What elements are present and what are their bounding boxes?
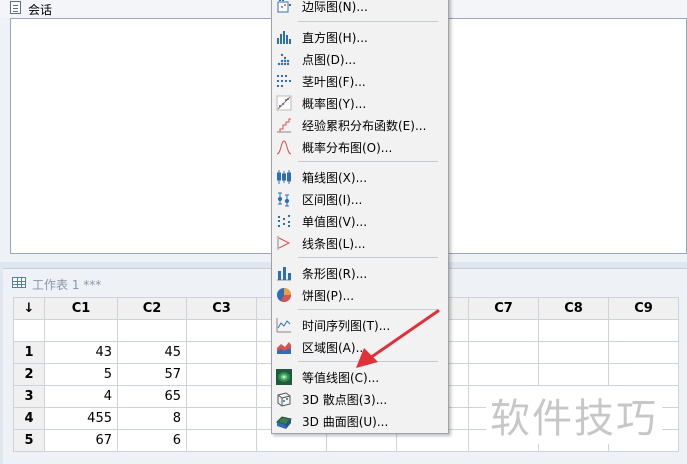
dotplot-icon (277, 53, 290, 66)
menu-separator (298, 161, 438, 162)
area-graph-icon (277, 342, 291, 354)
marginal-plot-icon (277, 0, 291, 13)
time-series-icon (276, 318, 291, 333)
column-name-cell[interactable] (117, 319, 187, 342)
data-direction-arrow[interactable]: ↓ (13, 297, 45, 320)
watermark: 软件技巧 (486, 386, 662, 444)
menu-item-3d-scatter[interactable]: 3D 散点图(3)... (272, 388, 448, 410)
cell[interactable] (468, 363, 539, 386)
cell[interactable]: 455 (44, 407, 118, 430)
cell[interactable]: 67 (44, 429, 118, 452)
row-header[interactable]: 5 (13, 429, 45, 452)
menu-item-distribution-plot[interactable]: 概率分布图(O)... (272, 136, 448, 158)
cell[interactable]: 4 (44, 385, 118, 408)
row-header[interactable]: 2 (13, 363, 45, 386)
menu-item-label: 经验累积分布函数(E)... (302, 119, 427, 133)
menu-item-individual-value-plot[interactable]: 单值图(V)... (272, 210, 448, 232)
individual-value-plot-icon (278, 215, 290, 227)
cell[interactable] (186, 341, 257, 364)
pie-chart-icon (277, 288, 291, 302)
menu-item-interval-plot[interactable]: 区间图(I)... (272, 188, 448, 210)
menu-item-boxplot[interactable]: 箱线图(X)... (272, 166, 448, 188)
contour-plot-icon (276, 369, 292, 385)
menu-item-label: 线条图(L)... (302, 237, 366, 251)
distribution-plot-icon (276, 140, 292, 155)
cell[interactable]: 57 (117, 363, 187, 386)
column-header[interactable]: C9 (608, 297, 679, 320)
menu-item-label: 饼图(P)... (302, 289, 355, 303)
interval-plot-icon (277, 192, 290, 207)
row-header[interactable]: 3 (13, 385, 45, 408)
cell[interactable]: 45 (117, 341, 187, 364)
menu-item-label: 点图(D)... (302, 53, 357, 67)
menu-item-label: 概率分布图(O)... (302, 141, 393, 155)
menu-item-label: 区间图(I)... (302, 193, 363, 207)
bar-chart-icon (277, 267, 291, 281)
column-name-cell[interactable] (44, 319, 118, 342)
menu-item-label: 箱线图(X)... (302, 171, 368, 185)
cell[interactable] (608, 341, 679, 364)
cell[interactable] (468, 341, 539, 364)
menu-item-label: 单值图(V)... (302, 215, 368, 229)
cell[interactable] (538, 363, 609, 386)
menu-item-label: 直方图(H)... (302, 31, 368, 45)
menu-item-line-plot[interactable]: 线条图(L)... (272, 232, 448, 254)
column-header[interactable]: C3 (186, 297, 257, 320)
line-plot-icon (277, 236, 291, 250)
menu-item-label: 茎叶图(F)... (302, 75, 366, 89)
cell[interactable]: 8 (117, 407, 187, 430)
probability-plot-icon (276, 95, 292, 111)
column-name-cell[interactable] (186, 319, 257, 342)
histogram-icon (277, 31, 291, 44)
cell[interactable]: 5 (44, 363, 118, 386)
cell[interactable] (186, 429, 257, 452)
menu-item-marginal-plot[interactable]: 边际图(N)... (272, 0, 448, 17)
cell[interactable]: 43 (44, 341, 118, 364)
menu-item-ecdf[interactable]: 经验累积分布函数(E)... (272, 114, 448, 136)
menu-item-label: 等值线图(C)... (302, 371, 380, 385)
menu-item-label: 3D 曲面图(U)... (302, 415, 389, 429)
column-header[interactable]: C2 (117, 297, 187, 320)
cell[interactable] (608, 363, 679, 386)
column-name-cell[interactable] (608, 319, 679, 342)
worksheet-title: 工作表 1 *** (32, 278, 102, 292)
menu-separator (298, 257, 438, 258)
boxplot-icon (277, 170, 291, 184)
column-header[interactable]: C7 (468, 297, 539, 320)
menu-item-3d-surface[interactable]: 3D 曲面图(U)... (272, 410, 448, 432)
menu-separator (298, 21, 438, 22)
menu-item-stem-leaf[interactable]: 茎叶图(F)... (272, 70, 448, 92)
menu-item-label: 3D 散点图(3)... (302, 393, 388, 407)
column-name-cell[interactable] (538, 319, 609, 342)
worksheet-icon (12, 277, 26, 288)
menu-item-pie-chart[interactable]: 饼图(P)... (272, 284, 448, 306)
menu-item-label: 条形图(R)... (302, 267, 368, 281)
session-title: 会话 (28, 3, 53, 17)
menu-item-histogram[interactable]: 直方图(H)... (272, 26, 448, 48)
annotation-arrow (356, 309, 440, 368)
column-name-cell[interactable] (468, 319, 539, 342)
cell[interactable]: 6 (117, 429, 187, 452)
row-header[interactable]: 1 (13, 341, 45, 364)
row-header[interactable]: 4 (13, 407, 45, 430)
name-row-header (13, 319, 45, 342)
column-header[interactable]: C8 (538, 297, 609, 320)
3d-scatter-icon (277, 392, 291, 407)
menu-item-bar-chart[interactable]: 条形图(R)... (272, 262, 448, 284)
menu-item-label: 概率图(Y)... (302, 97, 367, 111)
cell[interactable]: 65 (117, 385, 187, 408)
column-header[interactable]: C1 (44, 297, 118, 320)
cell[interactable] (186, 407, 257, 430)
stem-leaf-icon (277, 75, 291, 87)
menu-item-probability-plot[interactable]: 概率图(Y)... (272, 92, 448, 114)
cell[interactable] (538, 341, 609, 364)
ecdf-icon (277, 118, 291, 133)
menu-item-label: 边际图(N)... (302, 0, 368, 14)
menu-item-dotplot[interactable]: 点图(D)... (272, 48, 448, 70)
cell[interactable] (186, 363, 257, 386)
session-icon (10, 1, 21, 14)
cell[interactable] (186, 385, 257, 408)
3d-surface-icon (276, 416, 292, 429)
